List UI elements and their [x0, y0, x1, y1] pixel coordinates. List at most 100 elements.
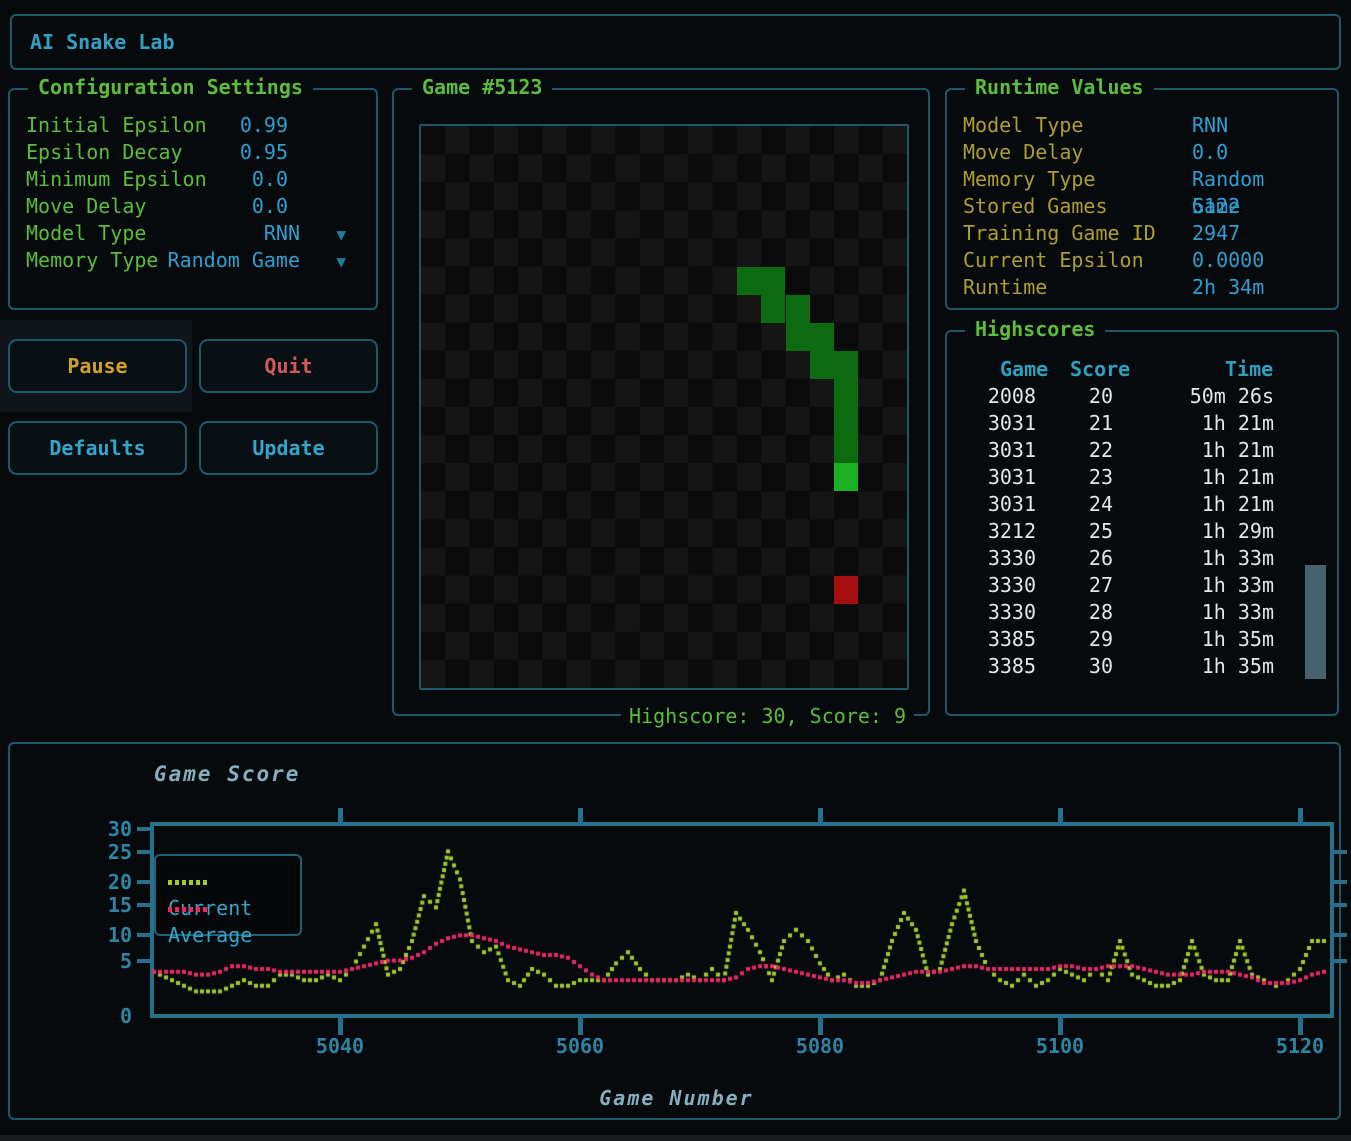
table-row[interactable]: 3385301h 35m: [947, 653, 1337, 680]
config-row-model-type[interactable]: Model Type RNN ▼: [26, 220, 362, 247]
table-row[interactable]: 3031231h 21m: [947, 464, 1337, 491]
chart-title: Game Score: [154, 762, 300, 786]
column-header-game: Game: [1000, 356, 1048, 383]
table-row[interactable]: 3031241h 21m: [947, 491, 1337, 518]
cell-game: 3330: [947, 545, 1036, 572]
game-status-text: Highscore: 30, Score: 9: [621, 704, 914, 728]
column-header-time: Time: [1225, 356, 1273, 383]
runtime-memory-type-label: Memory Type: [963, 167, 1095, 191]
runtime-training-game-id-value: 2947: [1192, 220, 1240, 247]
config-row-memory-type[interactable]: Memory Type Random Game ▼: [26, 247, 362, 274]
defaults-button[interactable]: Defaults: [8, 421, 187, 475]
xtick-label-5060: 5060: [530, 1034, 630, 1058]
legend-item-average: Average: [168, 895, 300, 922]
cell-time: 1h 35m: [1114, 653, 1274, 680]
memory-type-label: Memory Type: [26, 248, 158, 272]
table-row[interactable]: 3330271h 33m: [947, 572, 1337, 599]
x-axis-tick: [818, 1018, 823, 1035]
table-row[interactable]: 3031221h 21m: [947, 437, 1337, 464]
cell-score: 21: [1037, 410, 1113, 437]
game-board: [419, 124, 909, 690]
epsilon-decay-field[interactable]: 0.95: [240, 139, 288, 166]
cell-time: 1h 33m: [1114, 599, 1274, 626]
update-button[interactable]: Update: [199, 421, 378, 475]
ytick-label-0: 0: [62, 1005, 132, 1027]
minimum-epsilon-label: Minimum Epsilon: [26, 167, 207, 191]
y-axis-tick: [137, 959, 150, 963]
quit-button[interactable]: Quit: [199, 339, 378, 393]
food: [834, 576, 858, 604]
cell-score: 29: [1037, 626, 1113, 653]
x-axis-tick: [578, 808, 583, 822]
initial-epsilon-field[interactable]: 0.99: [240, 112, 288, 139]
y-axis-tick-right: [1334, 933, 1347, 937]
config-row-initial-epsilon[interactable]: Initial Epsilon 0.99: [26, 112, 362, 139]
cell-game: 3330: [947, 599, 1036, 626]
table-row[interactable]: 3385291h 35m: [947, 626, 1337, 653]
chevron-down-icon[interactable]: ▼: [336, 248, 346, 275]
xtick-label-5080: 5080: [770, 1034, 870, 1058]
config-row-move-delay[interactable]: Move Delay 0.0: [26, 193, 362, 220]
xtick-label-5120: 5120: [1250, 1034, 1350, 1058]
chevron-down-icon[interactable]: ▼: [336, 221, 346, 248]
table-row[interactable]: 3330281h 33m: [947, 599, 1337, 626]
app-header: AI Snake Lab: [10, 14, 1341, 70]
pause-button[interactable]: Pause: [8, 339, 187, 393]
x-axis-tick: [1058, 808, 1063, 822]
snake-body-segment: [786, 323, 810, 351]
cell-score: 23: [1037, 464, 1113, 491]
runtime-runtime-label: Runtime: [963, 275, 1047, 299]
y-axis-tick-right: [1334, 880, 1347, 884]
x-axis-tick: [578, 1018, 583, 1035]
cell-game: 3212: [947, 518, 1036, 545]
cell-game: 3031: [947, 491, 1036, 518]
cell-score: 22: [1037, 437, 1113, 464]
highscores-scrollbar-thumb[interactable]: [1305, 565, 1326, 679]
x-axis-tick: [338, 808, 343, 822]
ytick-label-15: 15: [62, 894, 132, 916]
cell-game: 2008: [947, 383, 1036, 410]
config-row-epsilon-decay[interactable]: Epsilon Decay 0.95: [26, 139, 362, 166]
model-type-select[interactable]: RNN: [264, 220, 300, 247]
runtime-current-epsilon-value: 0.0000: [1192, 247, 1264, 274]
cell-game: 3330: [947, 572, 1036, 599]
cell-time: 1h 21m: [1114, 491, 1274, 518]
window-bottom-edge: [0, 1135, 1351, 1141]
highscores-panel-title: Highscores: [965, 317, 1105, 341]
table-row[interactable]: 20082050m 26s: [947, 383, 1337, 410]
move-delay-field[interactable]: 0.0: [252, 193, 288, 220]
runtime-panel: Runtime Values Model Type RNN Move Delay…: [945, 88, 1339, 310]
cell-game: 3031: [947, 437, 1036, 464]
cell-time: 1h 21m: [1114, 437, 1274, 464]
memory-type-select[interactable]: Random Game: [168, 247, 300, 274]
chart-panel: Game Score 30 25 20 15 10 5 0 5040 5060 …: [8, 742, 1341, 1120]
snake-body-segment: [810, 351, 834, 379]
average-series-swatch-icon: [168, 907, 208, 912]
minimum-epsilon-field[interactable]: 0.0: [252, 166, 288, 193]
y-axis-tick: [137, 880, 150, 884]
runtime-panel-title: Runtime Values: [965, 75, 1154, 99]
cell-time: 50m 26s: [1114, 383, 1274, 410]
snake-head: [834, 463, 858, 491]
x-axis-tick: [338, 1018, 343, 1035]
table-row[interactable]: 3031211h 21m: [947, 410, 1337, 437]
y-axis-tick: [137, 933, 150, 937]
highscores-header-row: Game Score Time: [947, 356, 1337, 383]
legend-label-average: Average: [168, 923, 252, 947]
runtime-stored-games-label: Stored Games: [963, 194, 1108, 218]
game-panel-title: Game #5123: [412, 75, 552, 99]
current-series-swatch-icon: [168, 880, 208, 885]
y-axis-tick-right: [1334, 903, 1347, 907]
table-row[interactable]: 3212251h 29m: [947, 518, 1337, 545]
cell-score: 24: [1037, 491, 1113, 518]
table-row[interactable]: 3330261h 33m: [947, 545, 1337, 572]
ytick-label-10: 10: [62, 924, 132, 946]
cell-score: 27: [1037, 572, 1113, 599]
xtick-label-5100: 5100: [1010, 1034, 1110, 1058]
runtime-model-type-value: RNN: [1192, 112, 1228, 139]
xtick-label-5040: 5040: [290, 1034, 390, 1058]
config-row-minimum-epsilon[interactable]: Minimum Epsilon 0.0: [26, 166, 362, 193]
cell-score: 30: [1037, 653, 1113, 680]
x-axis-tick: [1298, 808, 1303, 822]
runtime-model-type-label: Model Type: [963, 113, 1083, 137]
